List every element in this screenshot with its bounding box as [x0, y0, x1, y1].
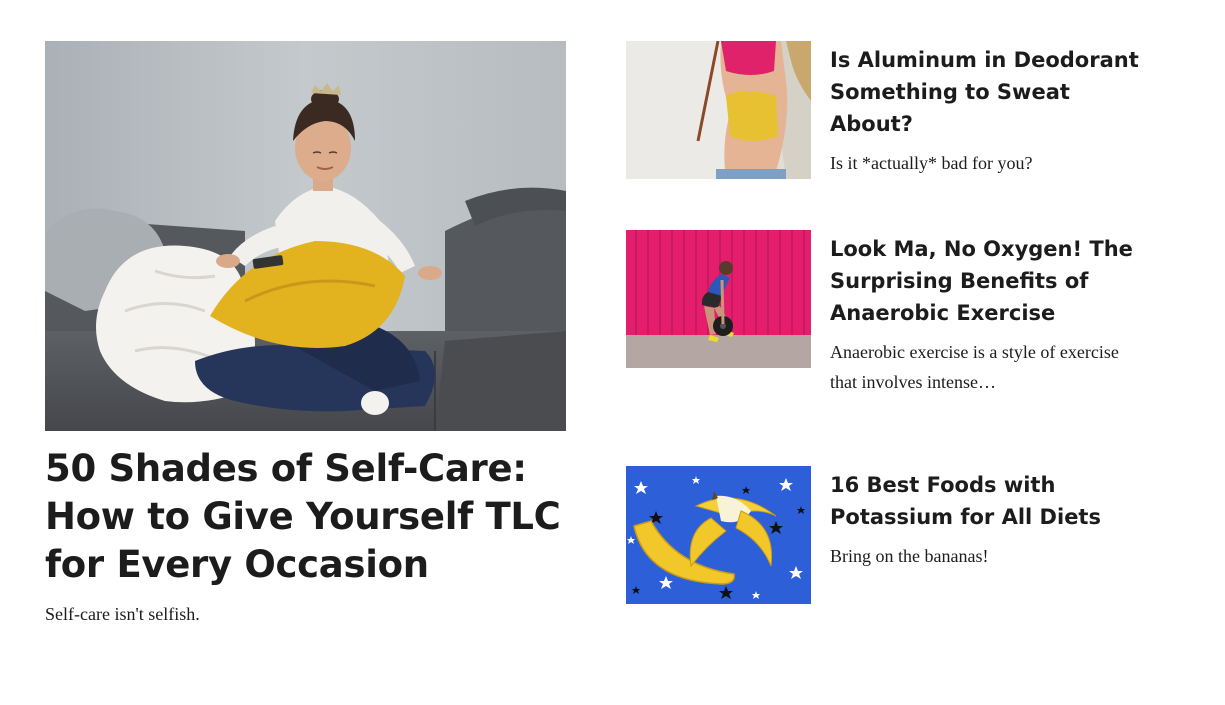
article-title-potassium[interactable]: 16 Best Foods with Potassium for All Die…: [830, 469, 1155, 533]
featured-article-title[interactable]: 50 Shades of Self-Care: How to Give Your…: [45, 445, 566, 589]
featured-article-image[interactable]: [45, 41, 566, 431]
featured-article[interactable]: 50 Shades of Self-Care: How to Give Your…: [45, 41, 566, 627]
article-body-anaerobic: Look Ma, No Oxygen! The Surprising Benef…: [830, 230, 1155, 397]
article-body-potassium: 16 Best Foods with Potassium for All Die…: [830, 466, 1155, 571]
article-body-deodorant: Is Aluminum in Deodorant Something to Sw…: [830, 41, 1155, 178]
article-description-deodorant: Is it *actually* bad for you?: [830, 153, 1033, 173]
article-description-anaerobic: Anaerobic exercise is a style of exercis…: [830, 342, 1119, 392]
article-image-deodorant[interactable]: [626, 41, 811, 179]
article-image-potassium[interactable]: [626, 466, 811, 604]
article-description-potassium: Bring on the bananas!: [830, 546, 989, 566]
featured-article-description: Self-care isn't selfish.: [45, 604, 200, 624]
article-title-deodorant[interactable]: Is Aluminum in Deodorant Something to Sw…: [830, 44, 1155, 140]
article-image-anaerobic[interactable]: [626, 230, 811, 368]
article-title-anaerobic[interactable]: Look Ma, No Oxygen! The Surprising Benef…: [830, 233, 1155, 329]
